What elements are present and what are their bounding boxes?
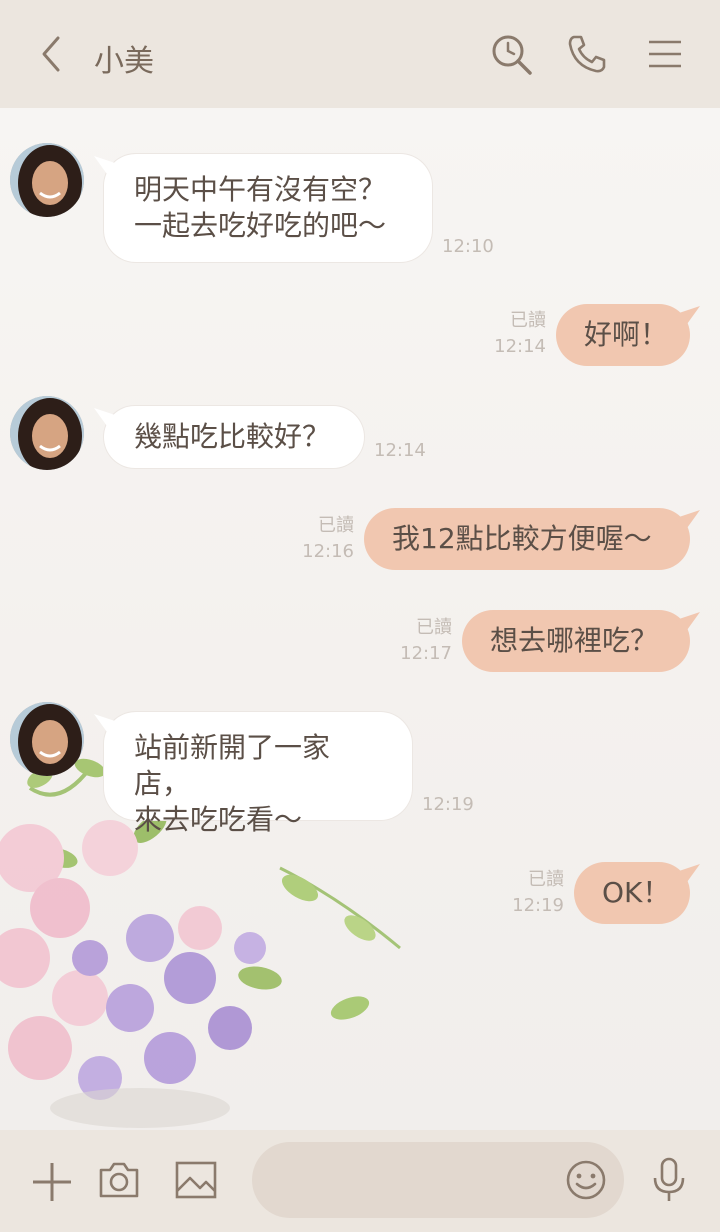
emoji-icon[interactable]: [564, 1158, 608, 1202]
message-bubble-incoming[interactable]: 幾點吃比較好？: [104, 406, 364, 468]
read-receipt: 已讀 12:17: [392, 615, 452, 667]
chat-area[interactable]: 明天中午有沒有空？ 一起去吃好吃的吧～ 12:10 已讀 12:14 好啊！ 幾…: [0, 108, 720, 1130]
read-receipt: 已讀 12:16: [294, 513, 354, 565]
camera-icon[interactable]: [97, 1158, 141, 1202]
message-time: 12:17: [400, 643, 452, 664]
chat-header: 小美: [0, 0, 720, 108]
message-time: 12:19: [512, 895, 564, 916]
read-receipt: 已讀 12:19: [504, 867, 564, 919]
phone-icon[interactable]: [566, 33, 608, 75]
message-time: 12:14: [374, 440, 426, 461]
message-bubble-incoming[interactable]: 明天中午有沒有空？ 一起去吃好吃的吧～: [104, 154, 432, 262]
read-label: 已讀: [318, 515, 354, 536]
message-time: 12:19: [422, 794, 474, 815]
read-label: 已讀: [416, 617, 452, 638]
chat-title: 小美: [94, 44, 154, 79]
search-icon[interactable]: [490, 33, 534, 77]
message-bubble-outgoing[interactable]: 我12點比較方便喔～: [364, 508, 690, 570]
message-time: 12:16: [302, 541, 354, 562]
microphone-icon[interactable]: [647, 1156, 691, 1204]
read-label: 已讀: [510, 310, 546, 331]
avatar-photo: [10, 143, 84, 217]
read-label: 已讀: [528, 869, 564, 890]
message-time: 12:10: [442, 236, 494, 257]
input-bar: [0, 1130, 720, 1232]
menu-icon[interactable]: [646, 38, 684, 70]
read-receipt: 已讀 12:14: [486, 308, 546, 360]
avatar-photo: [10, 702, 84, 776]
avatar-photo: [10, 396, 84, 470]
message-bubble-incoming[interactable]: 站前新開了一家店， 來去吃吃看～: [104, 712, 412, 836]
back-icon[interactable]: [34, 34, 70, 74]
image-icon[interactable]: [174, 1158, 218, 1202]
message-bubble-outgoing[interactable]: 想去哪裡吃？: [462, 610, 690, 672]
plus-icon[interactable]: [30, 1160, 74, 1204]
contact-avatar[interactable]: [10, 143, 84, 217]
message-bubble-outgoing[interactable]: OK！: [574, 862, 690, 924]
contact-avatar[interactable]: [10, 396, 84, 470]
message-bubble-outgoing[interactable]: 好啊！: [556, 304, 690, 366]
message-time: 12:14: [494, 336, 546, 357]
contact-avatar[interactable]: [10, 702, 84, 776]
